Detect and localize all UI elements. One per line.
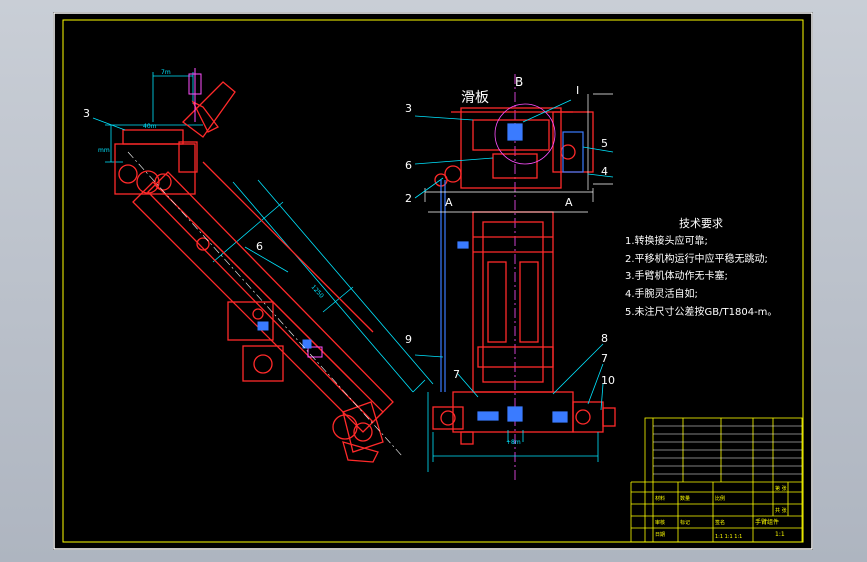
right-arm-view: 3 6 2 9 7 5 4 8 7 10 B I A A 滑板 +8m: [405, 74, 616, 482]
requirement-item: 4.手腕灵活自如;: [625, 287, 698, 300]
callout-right-5: 5: [601, 137, 608, 150]
callout-right-9: 9: [405, 333, 412, 346]
tb-total: 共 张: [775, 507, 787, 514]
callout-right-7a: 7: [453, 368, 460, 381]
cad-viewport[interactable]: 3 6 7m 40m mm 1250 3 6 2 9 7 5 4 8 7 10 …: [53, 12, 813, 550]
title-block-rows: [653, 425, 802, 475]
technical-requirements: 技术要求 1.转换接头应可靠; 2.平移机构运行中应平稳无跳动; 3.手臂机体动…: [625, 217, 777, 318]
dim-bottom: +8m: [506, 439, 521, 446]
tb-sheet: 第 张: [775, 485, 787, 492]
drawing-name: 手臂组件: [755, 518, 779, 526]
callout-left-6: 6: [256, 240, 263, 253]
slide-plate-label: 滑板: [461, 89, 489, 106]
dim-40: 40m: [143, 123, 157, 130]
callout-right-3: 3: [405, 102, 412, 115]
callout-left-3: 3: [83, 107, 90, 120]
tb-scale: 比例: [715, 495, 725, 502]
requirements-title: 技术要求: [679, 217, 723, 230]
view-label-i: I: [576, 84, 579, 97]
callout-right-4: 4: [601, 165, 608, 178]
tb-sign: 签名: [715, 519, 725, 526]
dim-top: 7m: [161, 69, 171, 76]
bottom-code: 1:1 1:1 1:1: [715, 534, 742, 540]
callout-right-2: 2: [405, 192, 412, 205]
tb-quantity: 数量: [680, 495, 690, 502]
section-a-right: A: [565, 196, 573, 209]
requirement-item: 2.平移机构运行中应平稳无跳动;: [625, 252, 768, 265]
tb-material: 材料: [655, 495, 665, 502]
tb-date: 日期: [655, 532, 665, 538]
callout-right-7b: 7: [601, 352, 608, 365]
section-a-left: A: [445, 196, 453, 209]
requirement-item: 1.转换接头应可靠;: [625, 234, 708, 247]
tb-review: 审核: [655, 519, 665, 526]
callout-right-10: 10: [601, 374, 615, 387]
requirement-item: 3.手臂机体动作无卡塞;: [625, 269, 728, 282]
sheet-ratio: 1:1: [775, 531, 785, 538]
cad-drawing: 3 6 7m 40m mm 1250 3 6 2 9 7 5 4 8 7 10 …: [53, 12, 813, 550]
tb-mark: 标记: [680, 519, 690, 526]
callout-right-8: 8: [601, 332, 608, 345]
requirement-item: 5.未注尺寸公差按GB/T1804-m。: [625, 305, 777, 318]
callout-right-6: 6: [405, 159, 412, 172]
dim-side: mm: [98, 147, 110, 154]
left-arm-view: 3 6 7m 40m mm 1250: [83, 68, 434, 463]
section-label-b: B: [515, 75, 523, 89]
